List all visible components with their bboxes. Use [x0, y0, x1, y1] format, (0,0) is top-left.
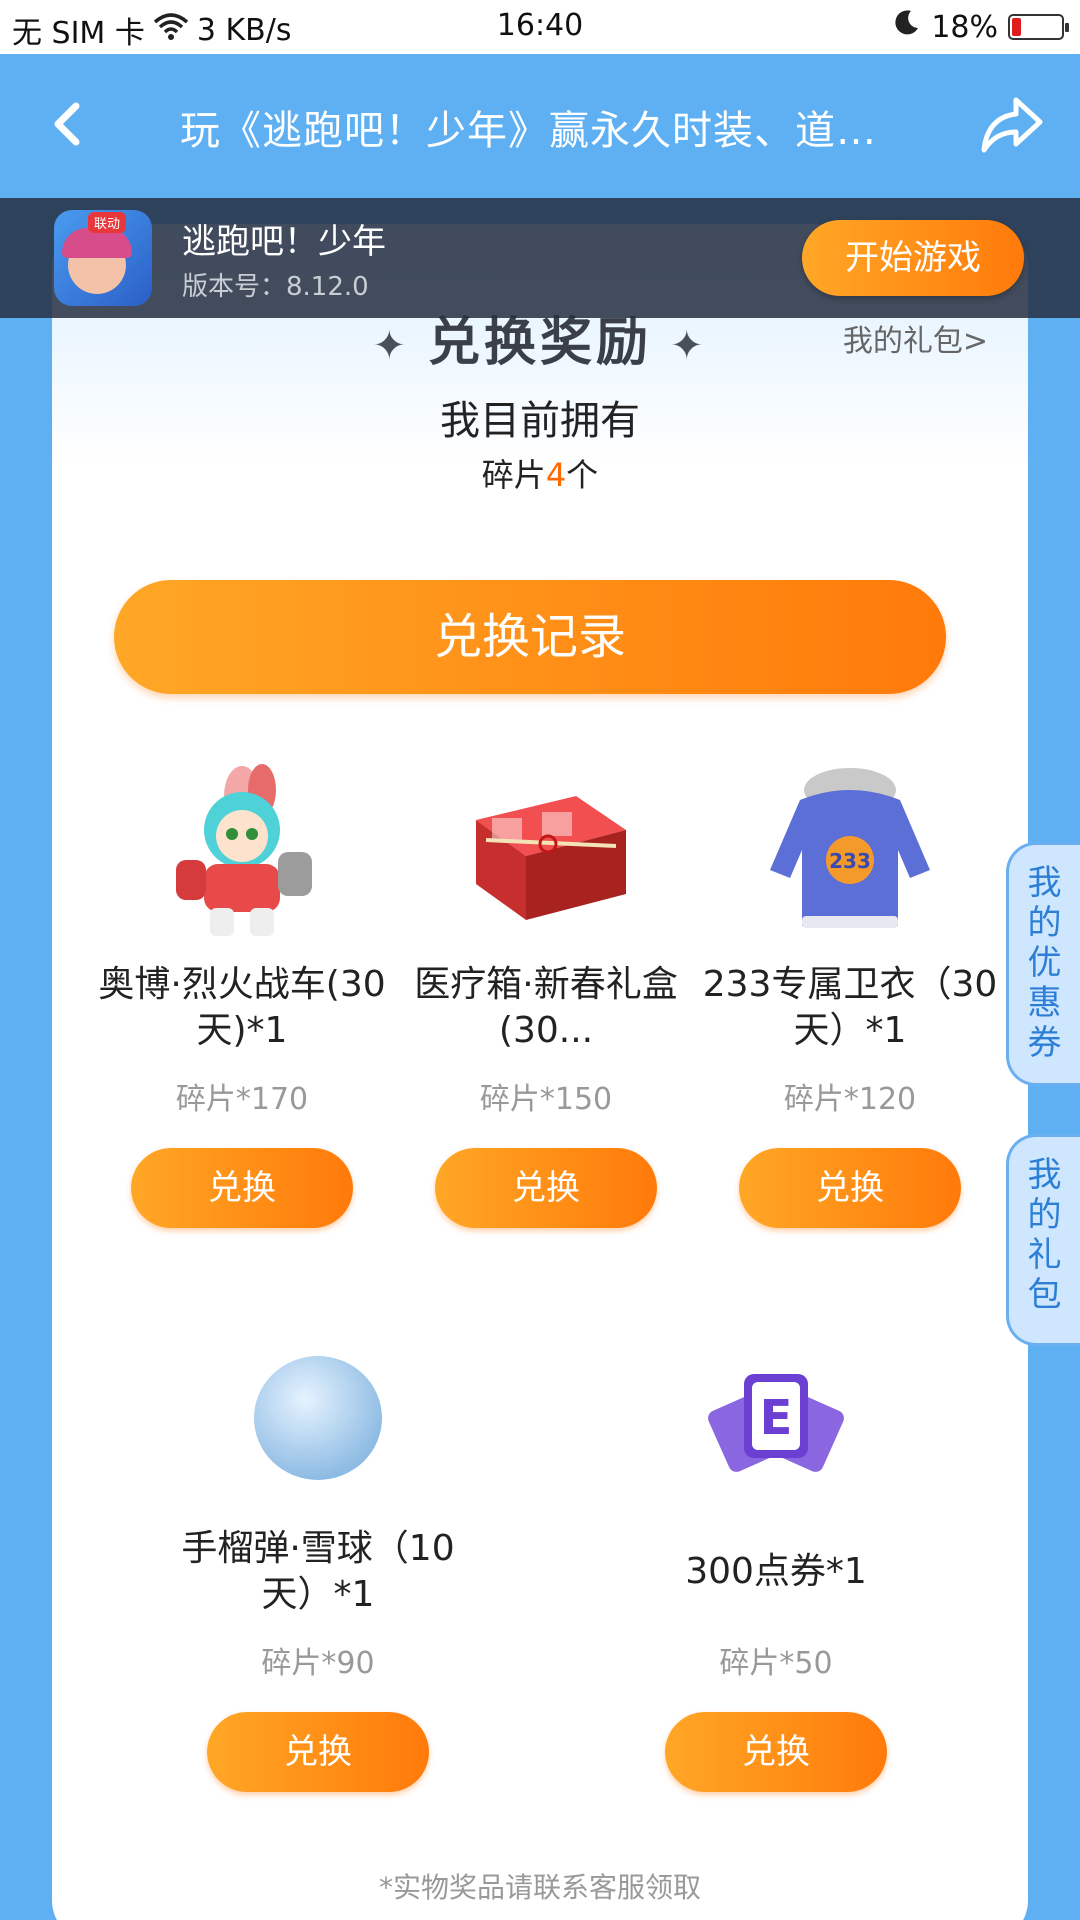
sparkle-icon: ✦ — [372, 323, 410, 369]
exchange-button[interactable]: 兑换 — [131, 1148, 353, 1228]
section-title-text: 兑换奖励 — [427, 313, 652, 373]
exchange-button[interactable]: 兑换 — [207, 1712, 429, 1792]
start-game-button[interactable]: 开始游戏 — [802, 220, 1024, 296]
own-count-number: 4 — [545, 456, 567, 494]
coupon-cards-image: E — [686, 1324, 866, 1504]
game-name: 逃跑吧！少年 — [182, 222, 386, 262]
reward-name: 医疗箱·新春礼盒(30... — [414, 964, 678, 1051]
reward-item: 233 233专属卫衣（30天）*1 碎片*120 兑换 — [700, 760, 1000, 1228]
reward-item: 手榴弹·雪球（10天）*1 碎片*90 兑换 — [168, 1324, 468, 1792]
svg-text:E: E — [760, 1390, 793, 1446]
reward-name: 233专属卫衣（30天）*1 — [702, 964, 998, 1051]
reward-name: 300点券*1 — [685, 1551, 867, 1592]
my-coupons-tab[interactable]: 我的优惠券 — [1006, 842, 1080, 1086]
share-button[interactable] — [980, 92, 1044, 156]
reward-item: 医疗箱·新春礼盒(30... 碎片*150 兑换 — [396, 760, 696, 1228]
sparkle-icon: ✦ — [670, 323, 708, 369]
reward-cost: 碎片*120 — [783, 1082, 917, 1117]
battery-icon — [1008, 14, 1069, 40]
my-gift-link[interactable]: 我的礼包> — [843, 316, 988, 360]
snowball-image — [228, 1324, 408, 1504]
my-coupons-tab-label: 我的优惠券 — [1027, 863, 1062, 1063]
exchange-button[interactable]: 兑换 — [665, 1712, 887, 1792]
collab-tag: 联动 — [88, 212, 127, 233]
exchange-button[interactable]: 兑换 — [435, 1148, 657, 1228]
own-count: 碎片4个 — [52, 450, 1028, 496]
my-gifts-tab-label: 我的礼包 — [1027, 1155, 1062, 1315]
reward-name: 奥博·烈火战车(30天)*1 — [98, 964, 386, 1051]
exchange-button[interactable]: 兑换 — [739, 1148, 961, 1228]
my-gifts-tab[interactable]: 我的礼包 — [1006, 1134, 1080, 1346]
rewards-card: ✦ 兑换奖励 ✦ 我的礼包> 我目前拥有 碎片4个 兑换记录 奥博·烈火战车(30天… — [52, 224, 1028, 1920]
reward-name: 手榴弹·雪球（10天）*1 — [181, 1528, 455, 1615]
own-count-suffix: 个 — [566, 456, 599, 494]
reward-cost: 碎片*90 — [261, 1646, 375, 1681]
battery-level — [1012, 18, 1021, 36]
game-banner: 联动 逃跑吧！少年 版本号：8.12.0 开始游戏 — [0, 198, 1080, 318]
own-count-prefix: 碎片 — [481, 456, 546, 494]
back-button[interactable] — [38, 94, 98, 154]
own-title: 我目前拥有 — [440, 398, 640, 444]
svg-text:233: 233 — [829, 849, 871, 873]
gift-box-image — [456, 760, 636, 940]
reward-cost: 碎片*150 — [479, 1082, 613, 1117]
reward-item: 奥博·烈火战车(30天)*1 碎片*170 兑换 — [92, 760, 392, 1228]
footnote: *实物奖品请联系客服领取 — [378, 1871, 701, 1904]
exchange-record-button[interactable]: 兑换记录 — [114, 580, 946, 694]
chevron-left-icon — [54, 102, 80, 146]
status-bar: 无 SIM 卡 3 KB/s 16:40 18% — [0, 0, 1080, 54]
reward-item: E 300点券*1 碎片*50 兑换 — [626, 1324, 926, 1792]
reward-cost: 碎片*50 — [719, 1646, 833, 1681]
reward-cost: 碎片*170 — [175, 1082, 309, 1117]
hoodie-image: 233 — [760, 760, 940, 940]
robot-car-image — [152, 760, 332, 940]
battery-text: 18% — [931, 9, 998, 45]
page-title: 玩《逃跑吧！少年》赢永久时装、道… — [180, 108, 877, 154]
share-icon — [981, 97, 1043, 153]
moon-icon — [891, 8, 921, 46]
game-version: 版本号：8.12.0 — [182, 272, 369, 302]
game-icon[interactable]: 联动 — [54, 210, 152, 306]
header: 玩《逃跑吧！少年》赢永久时装、道… — [0, 54, 1080, 198]
